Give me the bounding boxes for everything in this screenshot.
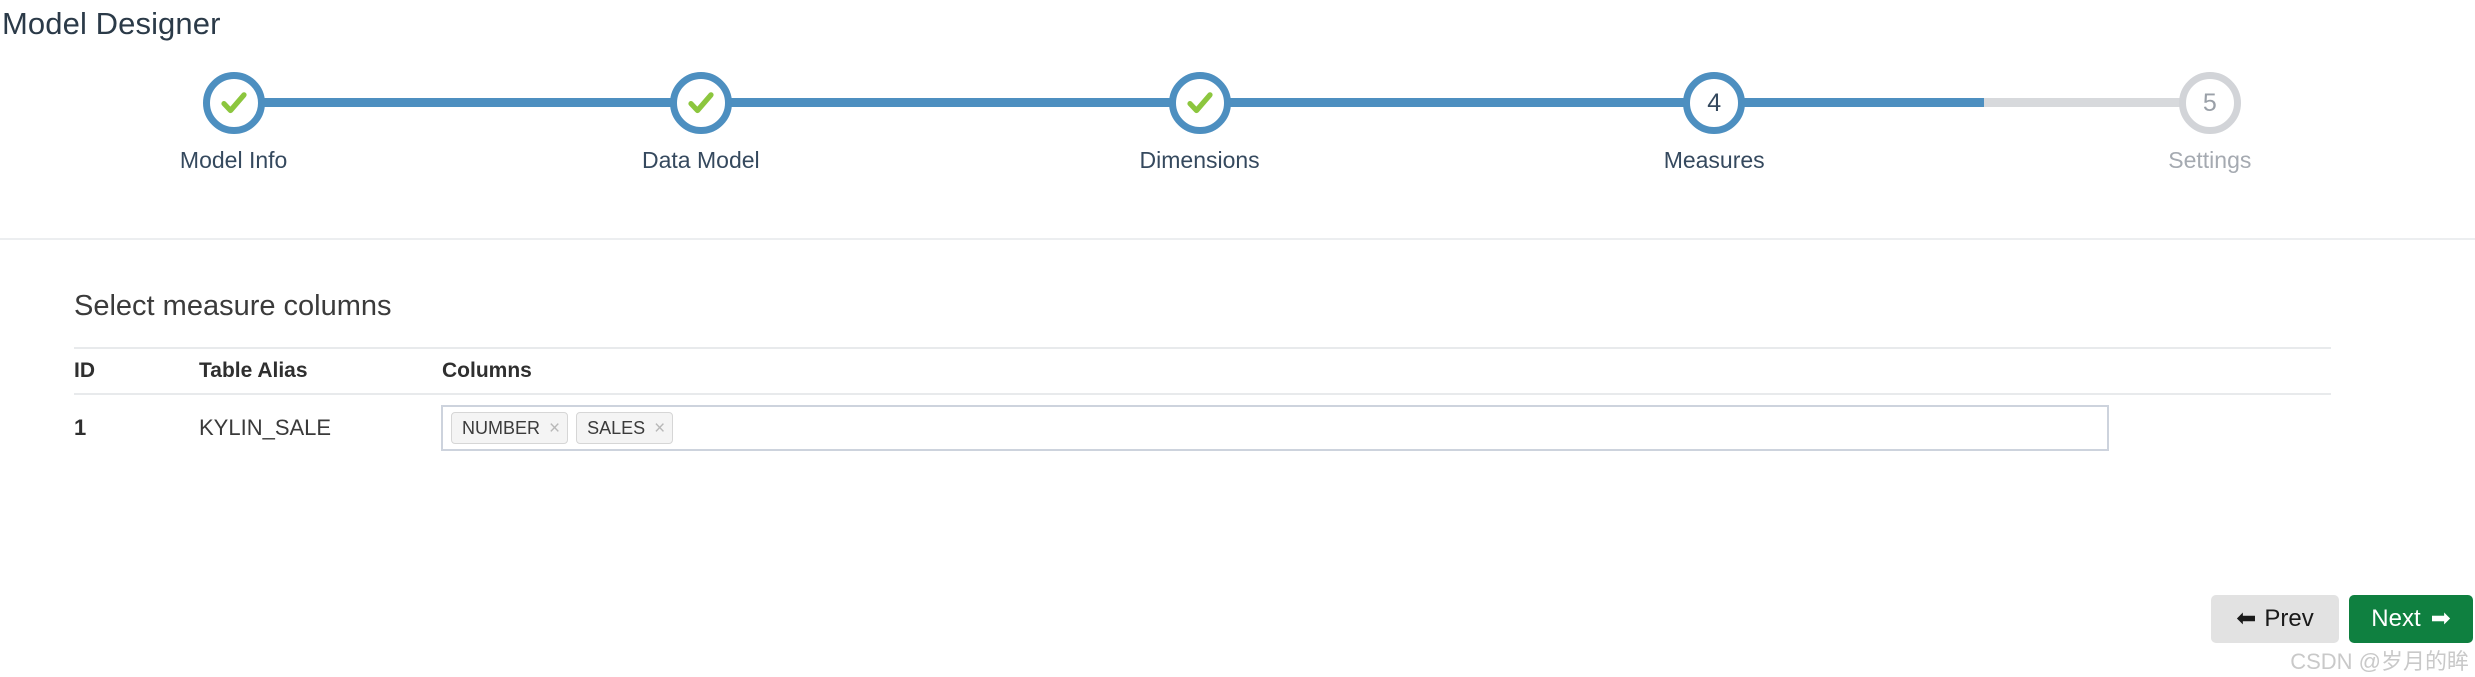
table-header-columns: Columns xyxy=(442,359,532,382)
step-label: Dimensions xyxy=(1139,147,1260,173)
step-circle xyxy=(202,72,265,134)
stepper-connector-filled xyxy=(262,98,672,107)
measure-columns-table: ID Table Alias Columns 1 KYLIN_SALE NUMBER… xyxy=(74,347,2331,461)
step-number: 5 xyxy=(2202,88,2217,117)
step-circle xyxy=(1168,72,1231,134)
table-row: 1 KYLIN_SALE NUMBER × SALES × xyxy=(74,395,2331,461)
page-title: Model Designer xyxy=(2,6,221,41)
column-tag-label: SALES xyxy=(587,417,646,438)
close-icon[interactable]: × xyxy=(654,419,665,438)
watermark: CSDN @岁月的眸 xyxy=(2290,649,2469,674)
stepper-step-measures[interactable]: 4 Measures xyxy=(1614,72,1814,174)
check-icon xyxy=(1186,92,1213,114)
table-header-table-alias: Table Alias xyxy=(199,359,308,382)
prev-button-label: Prev xyxy=(2264,605,2314,632)
prev-button[interactable]: ⬅ Prev xyxy=(2211,595,2339,643)
step-label: Model Info xyxy=(179,147,288,173)
columns-tag-input[interactable]: NUMBER × SALES × xyxy=(441,405,2109,451)
table-body: 1 KYLIN_SALE NUMBER × SALES × xyxy=(74,395,2331,461)
step-circle: 5 xyxy=(2178,72,2241,134)
stepper-step-model-info[interactable]: Model Info xyxy=(134,72,334,174)
table-header-row: ID Table Alias Columns xyxy=(74,347,2331,395)
stepper-step-data-model[interactable]: Data Model xyxy=(601,72,801,174)
step-number: 4 xyxy=(1707,88,1722,117)
next-button-label: Next xyxy=(2371,605,2421,632)
stepper-connector-filled xyxy=(1743,98,1984,107)
cell-id: 1 xyxy=(74,415,87,440)
cell-columns: NUMBER × SALES × xyxy=(441,405,2331,451)
cell-table-alias: KYLIN_SALE xyxy=(199,415,332,440)
step-circle: 4 xyxy=(1683,72,1746,134)
arrow-right-icon: ➡ xyxy=(2430,605,2451,632)
stepper-connector-filled xyxy=(1228,98,1686,107)
step-label: Measures xyxy=(1663,147,1765,173)
check-icon xyxy=(688,92,714,114)
stepper-connector-empty xyxy=(1983,98,2181,107)
close-icon[interactable]: × xyxy=(549,419,560,438)
next-button[interactable]: Next ➡ xyxy=(2349,595,2473,643)
column-tag[interactable]: SALES × xyxy=(576,412,674,444)
header-divider xyxy=(0,238,2475,240)
check-icon xyxy=(220,92,247,114)
step-circle xyxy=(669,72,732,134)
stepper-connector-filled xyxy=(729,98,1171,107)
step-label: Settings xyxy=(2168,147,2252,173)
step-label: Data Model xyxy=(642,147,760,173)
section-title: Select measure columns xyxy=(74,290,392,322)
column-tag[interactable]: NUMBER × xyxy=(451,412,569,444)
column-tag-label: NUMBER xyxy=(462,417,541,438)
wizard-stepper: Model Info Data Model Dimensions 4 Measures 5… xyxy=(0,72,2475,212)
table-header-id: ID xyxy=(74,359,95,382)
stepper-step-dimensions[interactable]: Dimensions xyxy=(1100,72,1300,174)
wizard-actions: ⬅ Prev Next ➡ xyxy=(2211,595,2473,643)
stepper-step-settings[interactable]: 5 Settings xyxy=(2110,72,2310,174)
arrow-left-icon: ⬅ xyxy=(2236,605,2257,632)
